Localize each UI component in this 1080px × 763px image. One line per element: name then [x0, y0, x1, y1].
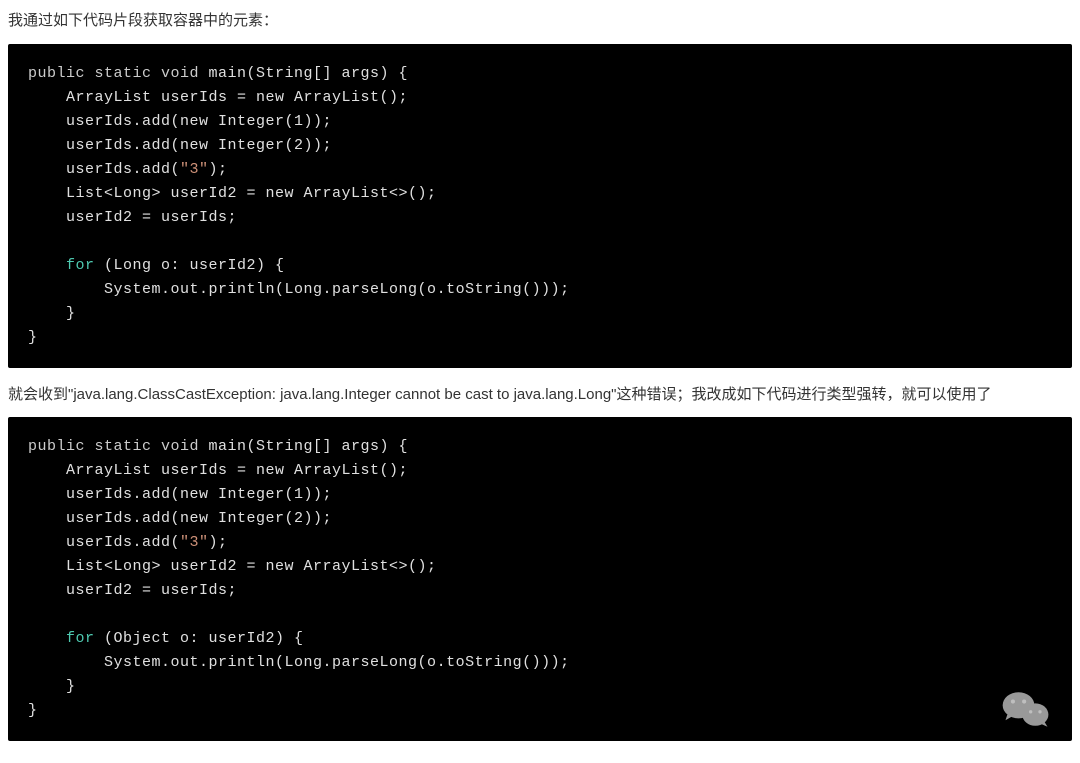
wechat-icon[interactable]	[998, 681, 1054, 737]
code-text: main(String[] args) {	[199, 65, 408, 82]
code-text: userIds.add(new Integer(2));	[28, 137, 332, 154]
code-block-1: public static void main(String[] args) {…	[8, 44, 1072, 368]
code-text: }	[28, 702, 38, 719]
code-keyword: for	[66, 630, 95, 647]
code-text: List<Long> userId2 = new ArrayList<>();	[28, 185, 437, 202]
code-text: userIds.add(new Integer(2));	[28, 510, 332, 527]
code-text: );	[209, 534, 228, 551]
code-text: userId2 = userIds;	[28, 582, 237, 599]
code-text: userIds.add(	[28, 161, 180, 178]
code-text: public static void	[28, 65, 199, 82]
code-text: (Object o: userId2) {	[95, 630, 304, 647]
code-text: userIds.add(new Integer(1));	[28, 113, 332, 130]
code-keyword: for	[66, 257, 95, 274]
code-text: System.out.println(Long.parseLong(o.toSt…	[28, 654, 570, 671]
intro-paragraph: 我通过如下代码片段获取容器中的元素：	[8, 8, 1072, 34]
code-text: userIds.add(new Integer(1));	[28, 486, 332, 503]
code-text: ArrayList userIds = new ArrayList();	[28, 89, 408, 106]
code-text: }	[28, 329, 38, 346]
code-string: "3"	[180, 161, 209, 178]
code-text: }	[28, 305, 76, 322]
code-text: );	[209, 161, 228, 178]
code-text: ArrayList userIds = new ArrayList();	[28, 462, 408, 479]
error-paragraph: 就会收到"java.lang.ClassCastException: java.…	[8, 382, 1072, 408]
code-text: List<Long> userId2 = new ArrayList<>();	[28, 558, 437, 575]
code-text	[28, 630, 66, 647]
code-text	[28, 257, 66, 274]
code-text: }	[28, 678, 76, 695]
code-text: main(String[] args) {	[199, 438, 408, 455]
code-text: System.out.println(Long.parseLong(o.toSt…	[28, 281, 570, 298]
code-text: userIds.add(	[28, 534, 180, 551]
code-string: "3"	[180, 534, 209, 551]
code-text: userId2 = userIds;	[28, 209, 237, 226]
code-text: public static void	[28, 438, 199, 455]
code-block-2: public static void main(String[] args) {…	[8, 417, 1072, 741]
code-text: (Long o: userId2) {	[95, 257, 285, 274]
